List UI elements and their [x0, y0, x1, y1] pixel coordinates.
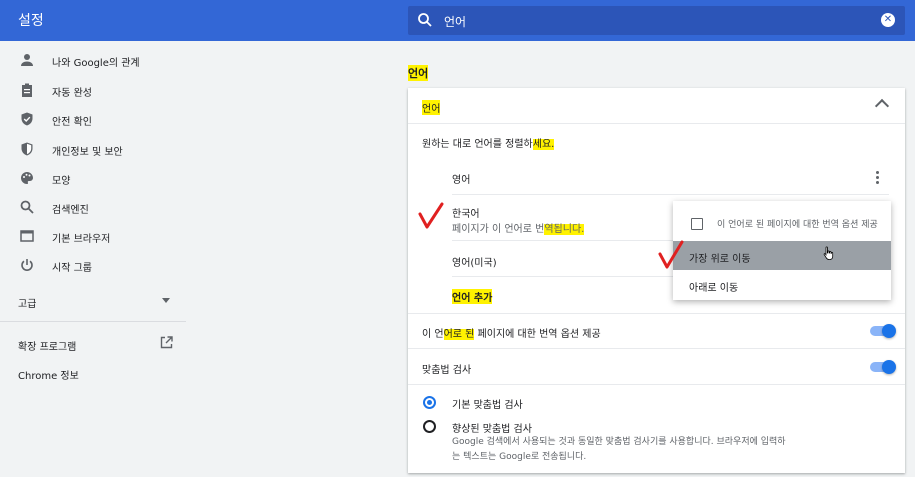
- sidebar-item-autofill[interactable]: 자동 완성: [0, 78, 186, 104]
- menu-item-move-down[interactable]: 아래로 이동: [673, 270, 891, 300]
- clipboard-icon: [22, 83, 32, 97]
- divider: [408, 123, 905, 124]
- open-external-icon[interactable]: [160, 336, 173, 349]
- language-korean: 한국어: [452, 209, 480, 220]
- checkbox[interactable]: [691, 218, 703, 230]
- sidebar-advanced[interactable]: 고급: [18, 295, 36, 310]
- top-bar: 설정 언어 ✕: [0, 0, 915, 41]
- search-field[interactable]: 언어 ✕: [408, 6, 905, 35]
- sidebar-item-safety-check[interactable]: 안전 확인: [0, 107, 186, 133]
- sidebar-item-privacy[interactable]: 개인정보 및 보안: [0, 137, 186, 163]
- language-english-us: 영어(미국): [452, 258, 497, 269]
- sidebar-item-default-browser[interactable]: 기본 브라우저: [0, 224, 186, 250]
- sidebar-about-chrome[interactable]: Chrome 정보: [18, 367, 79, 382]
- language-korean-note: 페이지가 이 언어로 번역됩니다.: [452, 224, 585, 235]
- shield-check-icon: [21, 112, 33, 126]
- search-icon: [20, 200, 34, 214]
- chevron-down-icon[interactable]: [162, 298, 170, 303]
- spellcheck-toggle[interactable]: [870, 360, 896, 374]
- enhanced-spellcheck-label: 향상된 맞춤법 검사: [452, 424, 532, 435]
- divider: [452, 194, 889, 195]
- menu-item-move-to-top[interactable]: 가장 위로 이동: [673, 241, 891, 270]
- search-icon: [418, 13, 432, 27]
- sidebar-item-appearance[interactable]: 모양: [0, 166, 186, 192]
- translate-option-label: 이 언어로 된 페이지에 대한 번역 옵션 제공: [422, 329, 601, 340]
- basic-spellcheck-label: 기본 맞춤법 검사: [452, 400, 523, 411]
- annotation-check-mark: [418, 202, 444, 229]
- chevron-up-icon[interactable]: [874, 98, 890, 114]
- card-header: 언어: [422, 100, 441, 115]
- add-language-button[interactable]: 언어 추가: [452, 289, 493, 304]
- enhanced-spellcheck-desc-2: 는 텍스트는 Google로 전송됩니다.: [452, 452, 587, 462]
- sidebar: 나와 Google의 관계 자동 완성 안전 확인 개인정보 및 보안 모양 검…: [0, 41, 186, 477]
- search-input[interactable]: 언어: [444, 13, 466, 30]
- enhanced-spellcheck-desc-1: Google 검색에서 사용되는 것과 동일한 맞춤법 검사기를 사용합니다. …: [452, 437, 786, 447]
- divider: [408, 348, 905, 349]
- clear-search-icon[interactable]: ✕: [881, 13, 895, 27]
- shield-icon: [21, 142, 33, 156]
- menu-item-offer-translate[interactable]: 이 언어로 된 페이지에 대한 번역 옵션 제공: [673, 201, 891, 241]
- sidebar-item-on-startup[interactable]: 시작 그룹: [0, 253, 186, 279]
- divider: [408, 313, 905, 314]
- sidebar-item-you-and-google[interactable]: 나와 Google의 관계: [0, 48, 186, 74]
- divider: [408, 384, 905, 385]
- order-hint: 원하는 대로 언어를 정렬하세요.: [422, 139, 555, 150]
- annotation-check-mark: [658, 240, 684, 269]
- language-context-menu: 이 언어로 된 페이지에 대한 번역 옵션 제공 가장 위로 이동 아래로 이동: [673, 201, 891, 300]
- page-title: 설정: [18, 13, 44, 29]
- browser-icon: [20, 230, 34, 242]
- spellcheck-label: 맞춤법 검사: [422, 365, 472, 376]
- language-english: 영어: [452, 175, 471, 186]
- translate-toggle[interactable]: [870, 324, 896, 338]
- enhanced-spellcheck-radio[interactable]: [423, 420, 436, 433]
- sidebar-divider: [0, 321, 186, 322]
- palette-icon: [21, 172, 33, 184]
- hand-cursor-icon: [823, 246, 834, 260]
- sidebar-extensions[interactable]: 확장 프로그램: [18, 338, 76, 353]
- basic-spellcheck-radio[interactable]: [423, 396, 436, 409]
- more-vert-icon[interactable]: [876, 171, 879, 186]
- section-title: 언어: [408, 65, 429, 81]
- sidebar-item-search-engine[interactable]: 검색엔진: [0, 195, 186, 221]
- power-icon: [21, 259, 33, 271]
- person-icon: [21, 54, 33, 66]
